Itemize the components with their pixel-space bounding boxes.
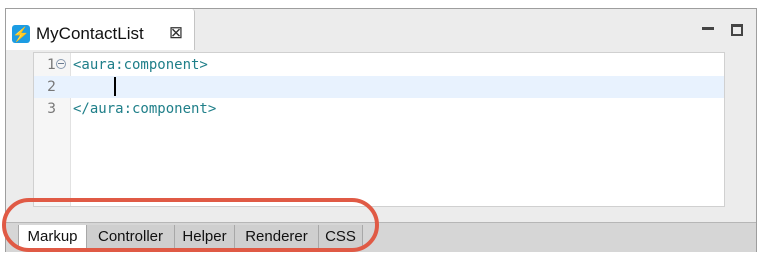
- fold-collapse-icon[interactable]: [56, 59, 66, 69]
- minimize-button[interactable]: [698, 19, 718, 41]
- line-number: 1: [47, 57, 56, 73]
- maximize-icon: [731, 24, 743, 36]
- minimize-icon: [702, 27, 714, 30]
- tab-helper[interactable]: Helper: [175, 225, 235, 249]
- text-caret: [114, 77, 116, 96]
- maximize-button[interactable]: [728, 19, 748, 41]
- tab-css[interactable]: CSS: [319, 225, 363, 249]
- code-line[interactable]: 3 </aura:component>: [34, 98, 724, 120]
- code-line[interactable]: 1 <aura:component>: [34, 54, 724, 76]
- line-number: 2: [47, 79, 56, 95]
- code-line-current[interactable]: 2: [34, 76, 724, 98]
- lightning-bolt-icon: ⚡: [12, 25, 30, 43]
- editor-tab-title: MyContactList: [36, 24, 144, 43]
- editor-tab-mycontactlist[interactable]: ⚡ MyContactList ⊠: [6, 9, 195, 51]
- code-line-text: </aura:component>: [73, 101, 217, 117]
- tab-renderer[interactable]: Renderer: [235, 225, 319, 249]
- tab-markup[interactable]: Markup: [18, 225, 87, 249]
- close-icon[interactable]: ⊠: [167, 23, 185, 43]
- editor-tab-strip: ⚡ MyContactList ⊠: [6, 9, 756, 51]
- code-editor[interactable]: 1 <aura:component> 2 3 </aura:component>: [33, 52, 725, 207]
- editor-area: 1 <aura:component> 2 3 </aura:component>: [6, 50, 756, 222]
- line-number: 3: [47, 101, 56, 117]
- editor-window: ⚡ MyContactList ⊠ 1 <aura:component> 2 3…: [5, 8, 757, 252]
- bundle-tab-bar: Markup Controller Helper Renderer CSS: [6, 222, 756, 252]
- tab-controller[interactable]: Controller: [87, 225, 175, 249]
- code-line-text: <aura:component>: [73, 57, 208, 73]
